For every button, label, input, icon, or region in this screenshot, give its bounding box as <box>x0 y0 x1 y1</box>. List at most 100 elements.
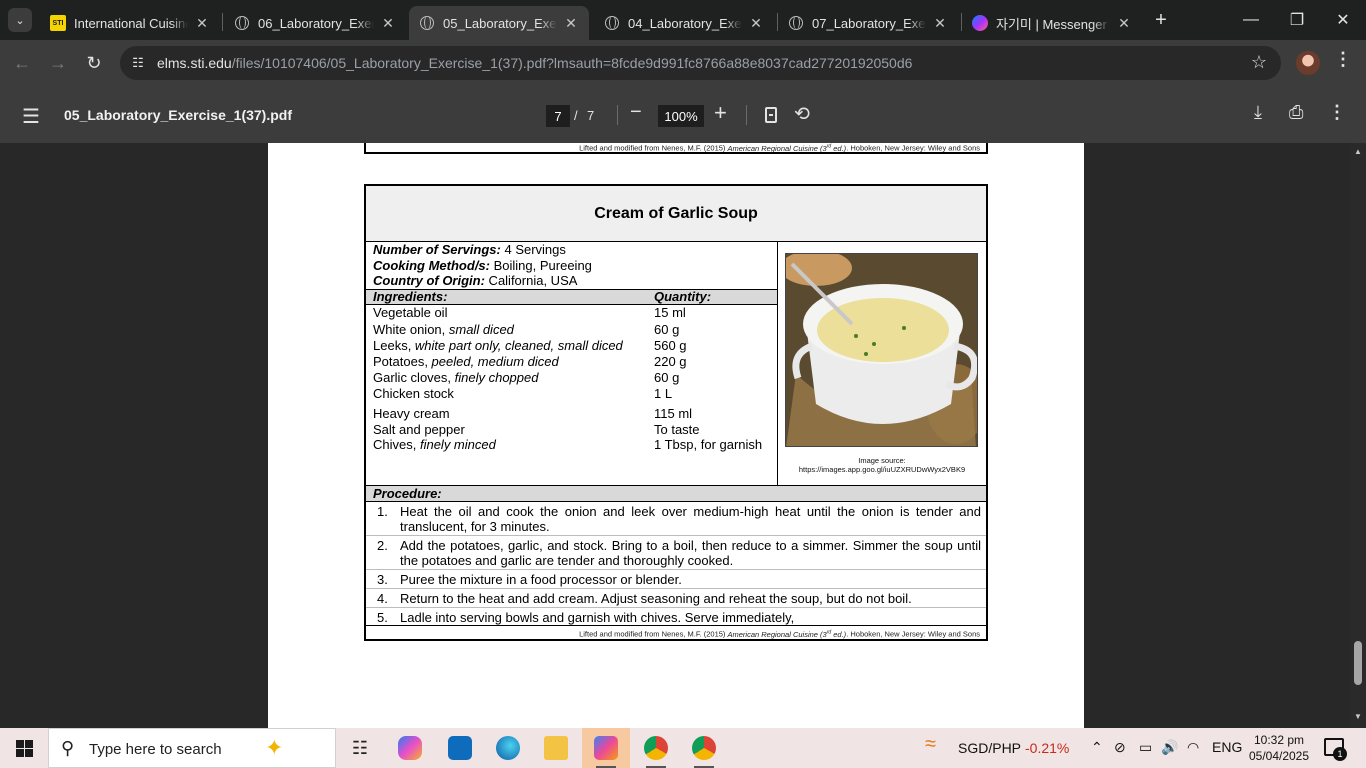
arrow-left-icon: ← <box>13 52 31 73</box>
tab-title: 07_Laboratory_Exercise <box>812 15 926 31</box>
chrome-button[interactable] <box>632 728 680 768</box>
close-icon[interactable]: ✕ <box>1116 15 1132 31</box>
chrome-profile-button[interactable] <box>680 728 728 768</box>
page-total: 7 <box>587 108 595 123</box>
url-host: elms.sti.edu <box>157 55 232 71</box>
tab-divider <box>222 13 223 31</box>
browser-menu-icon[interactable]: ⋮ <box>1334 49 1352 70</box>
page-number-input[interactable]: 7 <box>546 105 570 127</box>
globe-icon <box>604 15 620 31</box>
language-indicator[interactable]: ENG <box>1212 739 1242 755</box>
close-window-button[interactable]: ✕ <box>1320 4 1366 36</box>
chevron-down-icon: ⌄ <box>15 14 25 27</box>
tab-search-button[interactable]: ⌄ <box>8 8 32 32</box>
tab-06-laboratory-exercise[interactable]: 06_Laboratory_Exercise ✕ <box>224 6 406 40</box>
recipe-image-cell: Image source: https://images.app.goo.gl/… <box>778 242 986 485</box>
bookmark-star-icon[interactable]: ☆ <box>1251 52 1267 73</box>
zoom-input[interactable]: 100% <box>658 105 704 127</box>
scroll-down-icon[interactable]: ▼ <box>1354 712 1362 721</box>
outlook-button[interactable] <box>436 728 484 768</box>
taskbar-search[interactable]: ⚲ Type here to search ✦ <box>48 728 336 768</box>
tab-messenger[interactable]: 자기미 | Messenger ✕ <box>962 6 1142 40</box>
procedure-step: 4. Return to the heat and add cream. Adju… <box>366 589 986 608</box>
servings-line: Number of Servings: 4 Servings <box>373 242 566 257</box>
tab-title: 06_Laboratory_Exercise <box>258 15 374 31</box>
tab-04-laboratory-exercise[interactable]: 04_Laboratory_Exercise ✕ <box>594 6 774 40</box>
minimize-icon: — <box>1243 11 1259 28</box>
close-icon[interactable]: ✕ <box>194 15 210 31</box>
close-icon[interactable]: ✕ <box>932 15 948 31</box>
new-tab-button[interactable]: + <box>1149 8 1173 32</box>
tab-international-cuisines[interactable]: STI International Cuisines ✕ <box>40 6 220 40</box>
fit-to-page-icon[interactable] <box>765 107 777 123</box>
minus-icon: − <box>630 101 642 123</box>
recipe-info: Number of Servings: 4 Servings Cooking M… <box>366 242 778 485</box>
hamburger-menu-icon[interactable]: ☰ <box>22 104 40 129</box>
print-icon[interactable]: ⎙ <box>1289 102 1303 123</box>
windows-taskbar: ⚲ Type here to search ✦ ☷ ≈ SGD/PHP -0.2… <box>0 728 1366 768</box>
globe-icon <box>234 15 250 31</box>
reload-icon: ↻ <box>86 52 102 73</box>
chevron-up-icon[interactable]: ⌃ <box>1091 739 1103 756</box>
procedure-step: 1. Heat the oil and cook the onion and le… <box>366 502 986 536</box>
pdf-filename: 05_Laboratory_Exercise_1(37).pdf <box>64 107 292 123</box>
pdf-toolbar: ☰ 05_Laboratory_Exercise_1(37).pdf 7 / 7… <box>0 86 1366 143</box>
minimize-button[interactable]: — <box>1228 4 1274 36</box>
reload-button[interactable]: ↻ <box>80 49 108 77</box>
copilot-button[interactable] <box>386 728 434 768</box>
system-clock[interactable]: 10:32 pm 05/04/2025 <box>1248 732 1310 764</box>
sti-icon: STI <box>50 15 66 31</box>
profile-avatar[interactable] <box>1296 51 1320 75</box>
close-icon[interactable]: ✕ <box>748 15 764 31</box>
wifi-icon[interactable]: ◠ <box>1187 739 1199 756</box>
outlook-icon <box>448 736 472 760</box>
vertical-scrollbar[interactable]: ▲ ▼ <box>1350 143 1366 728</box>
tab-title: International Cuisines <box>74 15 188 31</box>
url-text[interactable]: elms.sti.edu/files/10107406/05_Laborator… <box>157 55 912 71</box>
file-explorer-button[interactable] <box>532 728 580 768</box>
pdf-viewer[interactable]: Lifted and modified from Nenes, M.F. (20… <box>0 143 1366 728</box>
pdf-page: Lifted and modified from Nenes, M.F. (20… <box>268 143 1084 728</box>
close-icon[interactable]: ✕ <box>563 15 579 31</box>
edge-icon <box>496 736 520 760</box>
restore-icon: ❐ <box>1289 12 1305 29</box>
close-icon[interactable]: ✕ <box>380 15 396 31</box>
plus-icon: + <box>1155 8 1167 31</box>
volume-icon[interactable]: 🔊 <box>1161 739 1178 756</box>
ticker-pair: SGD/PHP <box>958 740 1022 756</box>
browser-toolbar: ← → ↻ ☷ elms.sti.edu/files/10107406/05_L… <box>0 40 1366 86</box>
scroll-up-icon[interactable]: ▲ <box>1354 147 1362 156</box>
rotate-icon[interactable]: ⟲ <box>794 103 810 126</box>
chrome-icon <box>644 736 668 760</box>
network-alert-icon[interactable]: ⊘ <box>1114 739 1126 756</box>
toolbar-divider <box>617 105 618 125</box>
tab-title: 자기미 | Messenger <box>996 16 1107 32</box>
tab-strip: ⌄ STI International Cuisines ✕ 06_Labora… <box>0 0 1366 40</box>
zoom-out-button[interactable]: − <box>630 101 642 124</box>
start-button[interactable] <box>0 728 48 768</box>
messenger-icon <box>972 15 988 31</box>
site-settings-icon[interactable]: ☷ <box>128 53 148 73</box>
restore-button[interactable]: ❐ <box>1274 4 1320 36</box>
msn-widget-button[interactable] <box>582 728 630 768</box>
clock-date: 05/04/2025 <box>1248 749 1310 763</box>
tab-07-laboratory-exercise[interactable]: 07_Laboratory_Exercise ✕ <box>778 6 958 40</box>
zoom-in-button[interactable]: + <box>714 100 727 126</box>
scroll-thumb[interactable] <box>1354 641 1362 685</box>
forward-button[interactable]: → <box>44 49 72 77</box>
more-options-icon[interactable]: ⋮ <box>1328 102 1346 123</box>
sparkle-icon: ✦ <box>265 735 284 760</box>
download-icon[interactable]: ⤓ <box>1254 102 1262 123</box>
address-bar[interactable]: ☷ elms.sti.edu/files/10107406/05_Laborat… <box>120 46 1281 80</box>
tab-title: 05_Laboratory_Exercise <box>443 15 557 31</box>
ingredient-row: Chives, finely minced 1 Tbsp, for garnish <box>373 437 763 452</box>
ingredient-row: Vegetable oil 15 ml <box>373 305 686 320</box>
toolbar-divider <box>746 105 747 125</box>
ingredient-row: Heavy cream 115 ml <box>373 406 693 421</box>
task-view-button[interactable]: ☷ <box>336 728 384 768</box>
url-path: /files/10107406/05_Laboratory_Exercise_1… <box>231 55 913 71</box>
tab-05-laboratory-exercise[interactable]: 05_Laboratory_Exercise ✕ <box>409 6 589 40</box>
back-button[interactable]: ← <box>8 49 36 77</box>
edge-button[interactable] <box>484 728 532 768</box>
battery-icon[interactable]: ▭ <box>1139 739 1152 756</box>
